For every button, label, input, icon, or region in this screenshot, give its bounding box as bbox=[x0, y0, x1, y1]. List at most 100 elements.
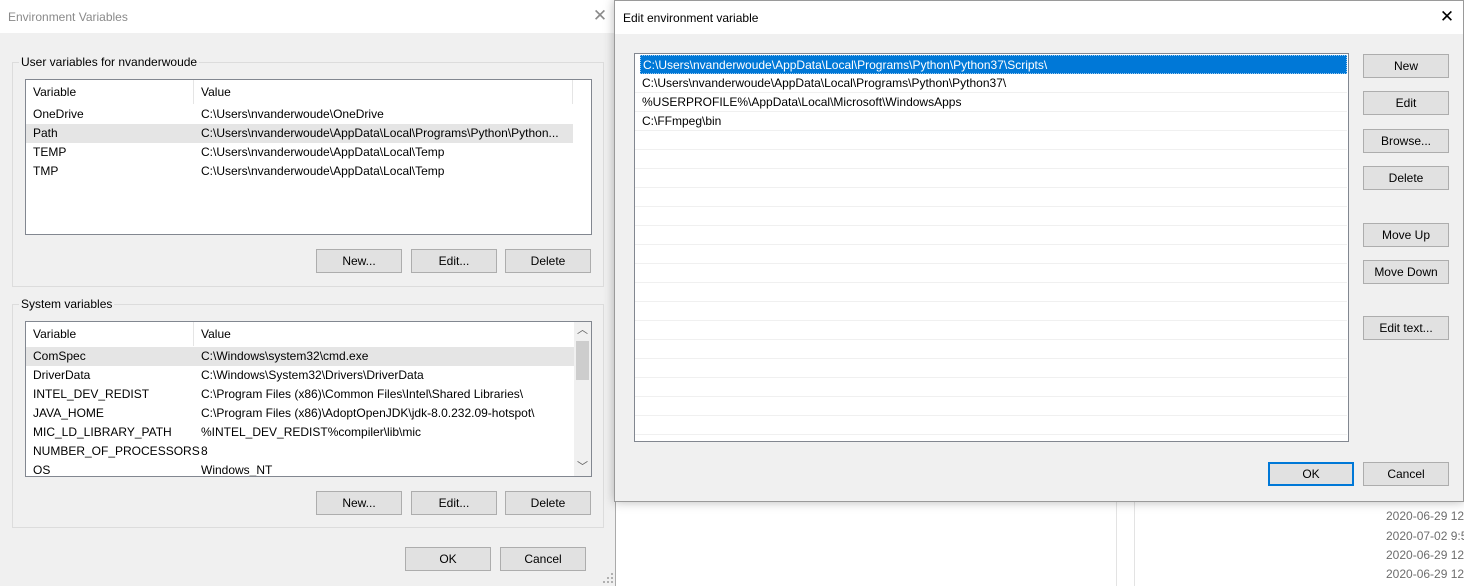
user-new-button[interactable]: New... bbox=[316, 249, 402, 273]
user-variables-list[interactable]: Variable Value OneDrive C:\Users\nvander… bbox=[25, 79, 592, 235]
close-icon[interactable]: ✕ bbox=[591, 7, 609, 25]
background-date: 2020-06-29 12:2 bbox=[1386, 509, 1464, 523]
path-entry: %USERPROFILE%\AppData\Local\Microsoft\Wi… bbox=[642, 95, 962, 109]
column-header-variable[interactable]: Variable bbox=[26, 80, 194, 104]
empty-list-item[interactable] bbox=[635, 131, 1347, 150]
vertical-scrollbar[interactable]: ︿ ﹀ bbox=[574, 322, 591, 476]
empty-list-item[interactable] bbox=[635, 359, 1347, 378]
empty-list-item[interactable] bbox=[635, 264, 1347, 283]
ok-button[interactable]: OK bbox=[1268, 462, 1354, 486]
variable-name: DriverData bbox=[33, 368, 91, 382]
ok-button[interactable]: OK bbox=[405, 547, 491, 571]
environment-variables-window: Environment Variables ✕ User variables f… bbox=[0, 0, 616, 586]
empty-list-item[interactable] bbox=[635, 226, 1347, 245]
system-variables-list[interactable]: Variable Value ComSpec C:\Windows\system… bbox=[25, 321, 592, 477]
variable-name: TMP bbox=[33, 164, 59, 178]
dialog-title: Edit environment variable bbox=[623, 11, 759, 25]
table-row[interactable]: TMP C:\Users\nvanderwoude\AppData\Local\… bbox=[26, 162, 573, 181]
list-item[interactable]: C:\FFmpeg\bin bbox=[635, 112, 1347, 131]
empty-list-item[interactable] bbox=[635, 188, 1347, 207]
list-item[interactable]: C:\Users\nvanderwoude\AppData\Local\Prog… bbox=[640, 55, 1347, 74]
table-row[interactable]: NUMBER_OF_PROCESSORS 8 bbox=[26, 442, 574, 461]
window-title: Environment Variables bbox=[8, 10, 128, 24]
variable-value: %INTEL_DEV_REDIST%compiler\lib\mic bbox=[201, 425, 422, 439]
variable-value: C:\Users\nvanderwoude\AppData\Local\Prog… bbox=[201, 126, 559, 140]
delete-button[interactable]: Delete bbox=[1363, 166, 1449, 190]
new-button[interactable]: New bbox=[1363, 54, 1449, 78]
path-entry: C:\Users\nvanderwoude\AppData\Local\Prog… bbox=[643, 58, 1048, 72]
cancel-button[interactable]: Cancel bbox=[500, 547, 586, 571]
move-down-button[interactable]: Move Down bbox=[1363, 260, 1449, 284]
user-variables-label: User variables for nvanderwoude bbox=[19, 55, 200, 69]
variable-value: C:\Users\nvanderwoude\OneDrive bbox=[201, 107, 384, 121]
empty-list-item[interactable] bbox=[635, 283, 1347, 302]
variable-name: TEMP bbox=[33, 145, 67, 159]
background-date: 2020-07-02 9:52 bbox=[1386, 529, 1464, 543]
variable-name: NUMBER_OF_PROCESSORS bbox=[33, 444, 200, 458]
empty-list-item[interactable] bbox=[635, 321, 1347, 340]
variable-value: 8 bbox=[201, 444, 208, 458]
edit-environment-variable-dialog: Edit environment variable ✕ C:\Users\nva… bbox=[614, 0, 1464, 502]
table-row[interactable]: INTEL_DEV_REDIST C:\Program Files (x86)\… bbox=[26, 385, 574, 404]
resize-grip-icon[interactable] bbox=[602, 572, 614, 584]
variable-name: JAVA_HOME bbox=[33, 406, 104, 420]
variable-name: MIC_LD_LIBRARY_PATH bbox=[33, 425, 172, 439]
list-header: Variable Value bbox=[26, 322, 574, 346]
system-delete-button[interactable]: Delete bbox=[505, 491, 591, 515]
background-date: 2020-06-29 12:2 bbox=[1386, 567, 1464, 581]
variable-value: C:\Windows\system32\cmd.exe bbox=[201, 349, 369, 363]
empty-list-item[interactable] bbox=[635, 397, 1347, 416]
system-new-button[interactable]: New... bbox=[316, 491, 402, 515]
table-row[interactable]: TEMP C:\Users\nvanderwoude\AppData\Local… bbox=[26, 143, 573, 162]
move-up-button[interactable]: Move Up bbox=[1363, 223, 1449, 247]
scroll-down-icon[interactable]: ﹀ bbox=[574, 459, 591, 476]
scrollbar-thumb[interactable] bbox=[576, 341, 589, 380]
variable-name: INTEL_DEV_REDIST bbox=[33, 387, 150, 401]
table-row[interactable]: OS Windows_NT bbox=[26, 461, 574, 477]
variable-value: C:\Program Files (x86)\Common Files\Inte… bbox=[201, 387, 524, 401]
edit-button[interactable]: Edit bbox=[1363, 91, 1449, 115]
list-header: Variable Value bbox=[26, 80, 591, 104]
empty-list-item[interactable] bbox=[635, 150, 1347, 169]
table-row[interactable]: ComSpec C:\Windows\system32\cmd.exe bbox=[26, 347, 574, 366]
user-delete-button[interactable]: Delete bbox=[505, 249, 591, 273]
column-header-value[interactable]: Value bbox=[194, 80, 573, 104]
column-header-value[interactable]: Value bbox=[194, 322, 574, 346]
close-icon[interactable]: ✕ bbox=[1438, 8, 1456, 26]
path-entry: C:\Users\nvanderwoude\AppData\Local\Prog… bbox=[642, 76, 1007, 90]
variable-name: Path bbox=[33, 126, 58, 140]
background-date: 2020-06-29 12:2 bbox=[1386, 548, 1464, 562]
table-row[interactable]: OneDrive C:\Users\nvanderwoude\OneDrive bbox=[26, 105, 573, 124]
path-entries-list[interactable]: C:\Users\nvanderwoude\AppData\Local\Prog… bbox=[634, 53, 1349, 442]
user-edit-button[interactable]: Edit... bbox=[411, 249, 497, 273]
variable-name: OneDrive bbox=[33, 107, 84, 121]
list-item[interactable]: %USERPROFILE%\AppData\Local\Microsoft\Wi… bbox=[635, 93, 1347, 112]
empty-list-item[interactable] bbox=[635, 340, 1347, 359]
browse-button[interactable]: Browse... bbox=[1363, 129, 1449, 153]
empty-list-item[interactable] bbox=[635, 378, 1347, 397]
title-bar: Environment Variables ✕ bbox=[0, 0, 615, 33]
table-row[interactable]: DriverData C:\Windows\System32\Drivers\D… bbox=[26, 366, 574, 385]
empty-list-item[interactable] bbox=[635, 302, 1347, 321]
list-item[interactable]: C:\Users\nvanderwoude\AppData\Local\Prog… bbox=[635, 74, 1347, 93]
table-row[interactable]: JAVA_HOME C:\Program Files (x86)\AdoptOp… bbox=[26, 404, 574, 423]
empty-list-item[interactable] bbox=[635, 416, 1347, 435]
cancel-button[interactable]: Cancel bbox=[1363, 462, 1449, 486]
variable-value: C:\Windows\System32\Drivers\DriverData bbox=[201, 368, 424, 382]
column-header-variable[interactable]: Variable bbox=[26, 322, 194, 346]
system-variables-label: System variables bbox=[19, 297, 115, 311]
variable-value: C:\Users\nvanderwoude\AppData\Local\Temp bbox=[201, 164, 445, 178]
table-row[interactable]: MIC_LD_LIBRARY_PATH %INTEL_DEV_REDIST%co… bbox=[26, 423, 574, 442]
variable-name: OS bbox=[33, 463, 51, 477]
edit-text-button[interactable]: Edit text... bbox=[1363, 316, 1449, 340]
empty-list-item[interactable] bbox=[635, 169, 1347, 188]
variable-value: C:\Program Files (x86)\AdoptOpenJDK\jdk-… bbox=[201, 406, 535, 420]
system-edit-button[interactable]: Edit... bbox=[411, 491, 497, 515]
scroll-up-icon[interactable]: ︿ bbox=[574, 322, 591, 339]
empty-list-item[interactable] bbox=[635, 245, 1347, 264]
variable-value: C:\Users\nvanderwoude\AppData\Local\Temp bbox=[201, 145, 445, 159]
table-row[interactable]: Path C:\Users\nvanderwoude\AppData\Local… bbox=[26, 124, 573, 143]
path-entry: C:\FFmpeg\bin bbox=[642, 114, 722, 128]
variable-value: Windows_NT bbox=[201, 463, 273, 477]
empty-list-item[interactable] bbox=[635, 207, 1347, 226]
